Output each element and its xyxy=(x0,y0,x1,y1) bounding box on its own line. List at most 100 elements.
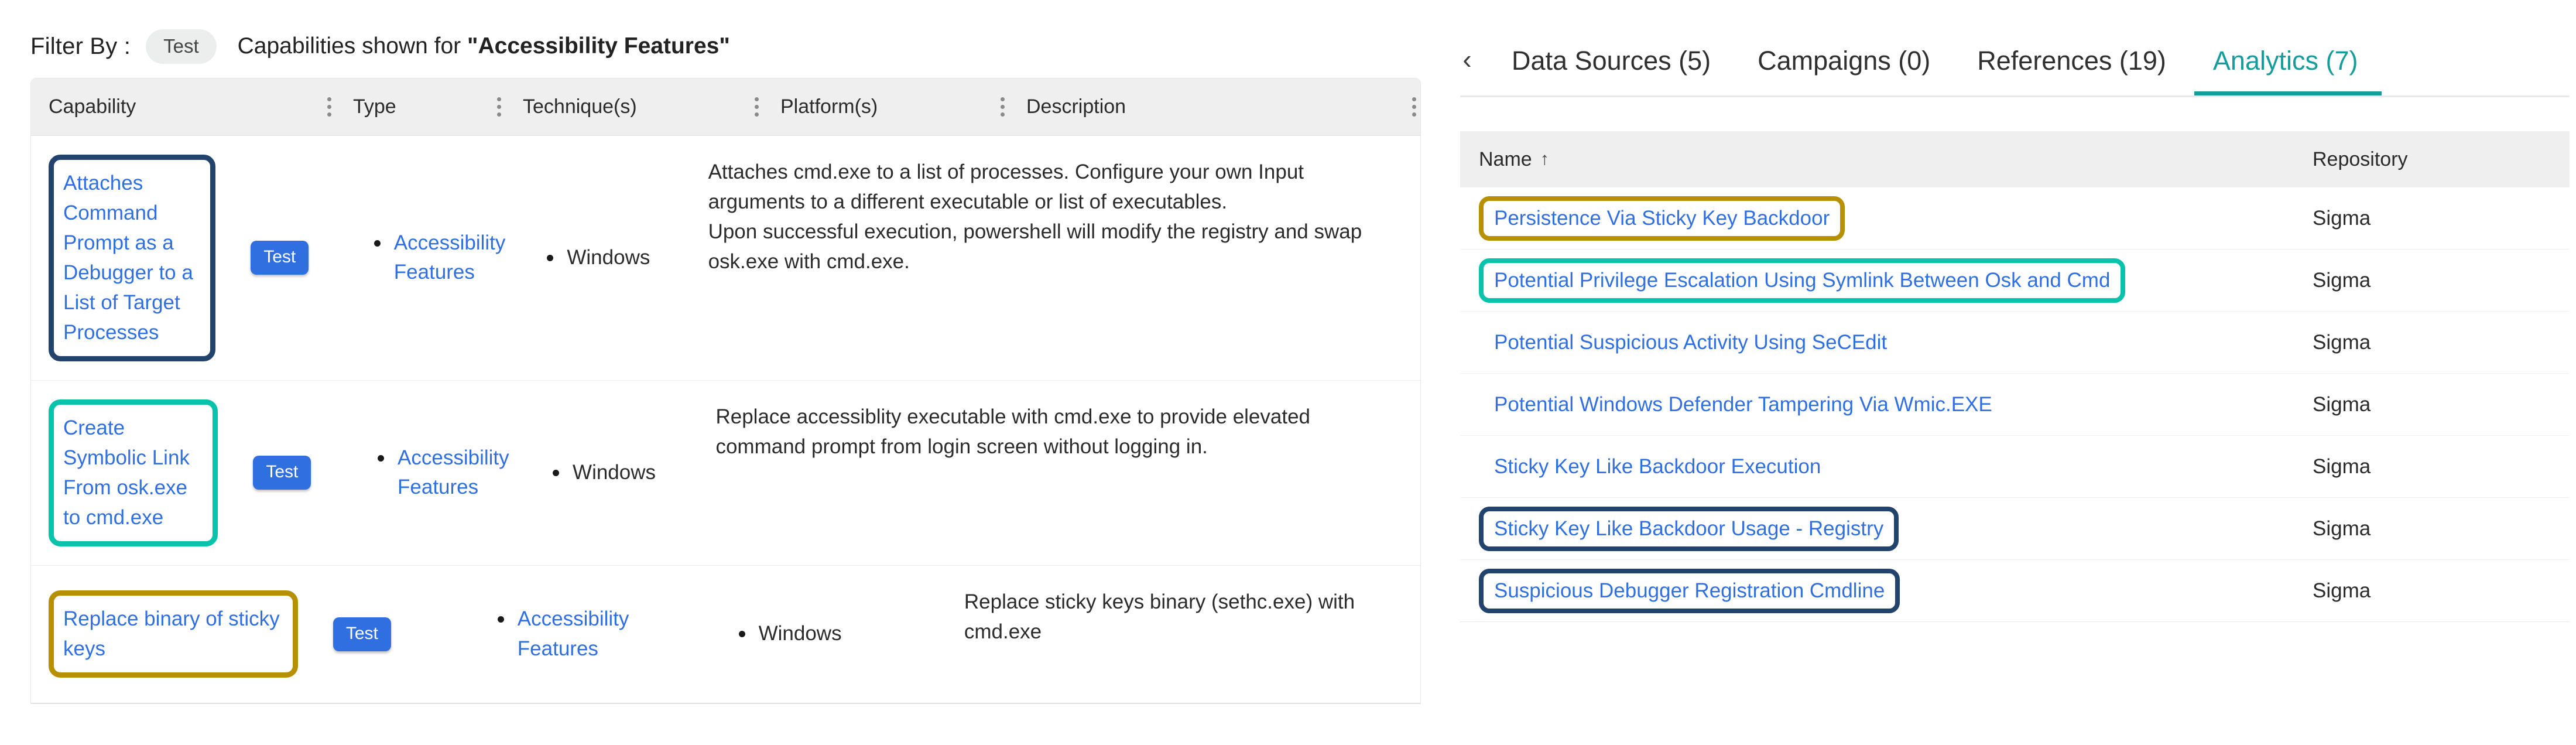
type-badge[interactable]: Test xyxy=(333,617,391,651)
table-row: Potential Windows Defender Tampering Via… xyxy=(1460,374,2570,436)
platform-list: Windows xyxy=(548,458,656,487)
cell-platforms: Windows xyxy=(525,136,690,380)
cell-name: Sticky Key Like Backdoor Execution xyxy=(1460,445,2303,489)
analytics-table: Name ↑ Repository Persistence Via Sticky… xyxy=(1460,131,2570,622)
cell-name: Suspicious Debugger Registration Cmdline xyxy=(1460,568,2303,613)
list-item: Windows xyxy=(734,619,842,648)
cell-repository: Sigma xyxy=(2313,579,2371,602)
column-header-platforms[interactable]: Platform(s) xyxy=(763,78,1009,135)
column-header-type-label: Type xyxy=(353,95,396,118)
column-header-platforms-label: Platform(s) xyxy=(780,95,878,118)
capability-link[interactable]: Replace binary of sticky keys xyxy=(63,604,283,664)
filter-note: Capabilities shown for "Accessibility Fe… xyxy=(238,33,730,59)
analytic-link[interactable]: Potential Privilege Escalation Using Sym… xyxy=(1494,269,2110,292)
list-item: Accessibility Features xyxy=(369,228,508,288)
capability-link[interactable]: Attaches Command Prompt as a Debugger to… xyxy=(63,168,201,348)
cell-name: Sticky Key Like Backdoor Usage - Registr… xyxy=(1460,506,2303,551)
column-header-type[interactable]: Type xyxy=(335,78,505,135)
cell-repository: Sigma xyxy=(2313,392,2371,416)
cell-techniques: Accessibility Features xyxy=(475,566,717,703)
technique-link[interactable]: Accessibility Features xyxy=(398,446,509,498)
tab-analytics[interactable]: Analytics (7) xyxy=(2190,26,2382,96)
tab-bar-divider xyxy=(1460,95,2570,97)
capabilities-table: Capability Type Technique(s) Platform(s)… xyxy=(30,78,1421,704)
cell-name: Potential Privilege Escalation Using Sym… xyxy=(1460,258,2303,303)
capability-highlight-box: Attaches Command Prompt as a Debugger to… xyxy=(49,155,216,361)
filter-bar: Filter By : Test Capabilities shown for … xyxy=(30,28,730,64)
column-header-description-label: Description xyxy=(1026,95,1126,118)
cell-techniques: Accessibility Features xyxy=(352,136,525,380)
platform-list: Windows xyxy=(542,243,650,272)
column-header-repository-label: Repository xyxy=(2313,148,2408,170)
type-badge[interactable]: Test xyxy=(253,456,311,490)
table-row: Attaches Command Prompt as a Debugger to… xyxy=(31,136,1420,381)
capability-highlight-box: Create Symbolic Link From osk.exe to cmd… xyxy=(49,399,218,546)
cell-repository: Sigma xyxy=(2313,206,2371,230)
analytic-link[interactable]: Sticky Key Like Backdoor Execution xyxy=(1494,455,1821,479)
tab-campaigns[interactable]: Campaigns (0) xyxy=(1734,26,1954,96)
details-panel: ‹ Data Sources (5) Campaigns (0) Referen… xyxy=(1446,0,2576,745)
cell-platforms: Windows xyxy=(717,566,947,703)
column-header-techniques[interactable]: Technique(s) xyxy=(505,78,763,135)
capabilities-panel: Filter By : Test Capabilities shown for … xyxy=(0,0,1429,745)
column-resize-grip-icon[interactable] xyxy=(323,91,335,123)
column-header-name[interactable]: Name ↑ xyxy=(1460,148,2303,171)
analytic-link[interactable]: Sticky Key Like Backdoor Usage - Registr… xyxy=(1494,517,1883,541)
cell-name: Persistence Via Sticky Key Backdoor xyxy=(1460,196,2303,241)
analytic-highlight-box: Persistence Via Sticky Key Backdoor xyxy=(1479,196,1845,241)
table-row: Sticky Key Like Backdoor Usage - Registr… xyxy=(1460,498,2570,560)
column-header-description[interactable]: Description xyxy=(1009,78,1420,135)
tab-bar: ‹ Data Sources (5) Campaigns (0) Referen… xyxy=(1446,26,2576,96)
tab-data-sources[interactable]: Data Sources (5) xyxy=(1488,26,1734,96)
analytics-table-header: Name ↑ Repository xyxy=(1460,131,2570,187)
technique-link[interactable]: Accessibility Features xyxy=(518,607,629,659)
table-row: Persistence Via Sticky Key Backdoor Sigm… xyxy=(1460,187,2570,250)
description-text: Replace accessiblity executable with cmd… xyxy=(715,405,1311,458)
column-header-capability-label: Capability xyxy=(49,95,136,118)
column-resize-grip-icon[interactable] xyxy=(750,91,763,123)
analytic-highlight-box: Suspicious Debugger Registration Cmdline xyxy=(1479,568,1900,613)
analytic-link[interactable]: Persistence Via Sticky Key Backdoor xyxy=(1494,207,1830,230)
analytic-name-wrapper: Potential Suspicious Activity Using SeCE… xyxy=(1479,320,1902,365)
column-header-capability[interactable]: Capability xyxy=(31,78,335,135)
cell-name: Potential Windows Defender Tampering Via… xyxy=(1460,382,2303,427)
table-row: Suspicious Debugger Registration Cmdline… xyxy=(1460,560,2570,622)
cell-capability: Replace binary of sticky keys xyxy=(31,566,316,703)
type-badge[interactable]: Test xyxy=(251,241,309,275)
chevron-left-icon[interactable]: ‹ xyxy=(1446,46,1488,76)
column-header-techniques-label: Technique(s) xyxy=(523,95,637,118)
table-row: Replace binary of sticky keys Test Acces… xyxy=(31,565,1420,703)
cell-description: Replace sticky keys binary (sethc.exe) w… xyxy=(947,566,1420,703)
column-resize-grip-icon[interactable] xyxy=(1407,91,1420,123)
column-resize-grip-icon[interactable] xyxy=(492,91,505,123)
analytic-link[interactable]: Potential Suspicious Activity Using SeCE… xyxy=(1494,331,1887,354)
capability-link[interactable]: Create Symbolic Link From osk.exe to cmd… xyxy=(63,413,203,532)
cell-techniques: Accessibility Features xyxy=(355,381,530,565)
filter-note-prefix: Capabilities shown for xyxy=(237,33,468,59)
platform-list: Windows xyxy=(734,619,842,648)
table-row: Sticky Key Like Backdoor Execution Sigma xyxy=(1460,436,2570,498)
filter-chip-test[interactable]: Test xyxy=(146,29,217,64)
technique-list: Accessibility Features xyxy=(369,228,508,288)
analytic-link[interactable]: Suspicious Debugger Registration Cmdline xyxy=(1494,579,1885,603)
tab-references[interactable]: References (19) xyxy=(1954,26,2190,96)
cell-platforms: Windows xyxy=(530,381,698,565)
capabilities-table-header: Capability Type Technique(s) Platform(s)… xyxy=(31,78,1420,136)
cell-type: Test xyxy=(233,136,352,380)
capability-highlight-box: Replace binary of sticky keys xyxy=(49,590,298,678)
cell-name: Potential Suspicious Activity Using SeCE… xyxy=(1460,320,2303,365)
list-item: Accessibility Features xyxy=(493,604,699,664)
column-resize-grip-icon[interactable] xyxy=(996,91,1009,123)
column-header-repository[interactable]: Repository xyxy=(2303,148,2570,171)
analytic-highlight-box: Potential Privilege Escalation Using Sym… xyxy=(1479,258,2126,303)
cell-capability: Create Symbolic Link From osk.exe to cmd… xyxy=(31,381,235,565)
analytic-link[interactable]: Potential Windows Defender Tampering Via… xyxy=(1494,393,1992,416)
cell-type: Test xyxy=(235,381,355,565)
technique-list: Accessibility Features xyxy=(493,604,699,664)
sort-ascending-icon[interactable]: ↑ xyxy=(1540,149,1549,169)
analytic-highlight-box: Sticky Key Like Backdoor Usage - Registr… xyxy=(1479,506,1899,551)
technique-list: Accessibility Features xyxy=(373,443,513,503)
technique-link[interactable]: Accessibility Features xyxy=(394,231,506,283)
list-item: Windows xyxy=(542,243,650,272)
list-item: Windows xyxy=(548,458,656,487)
